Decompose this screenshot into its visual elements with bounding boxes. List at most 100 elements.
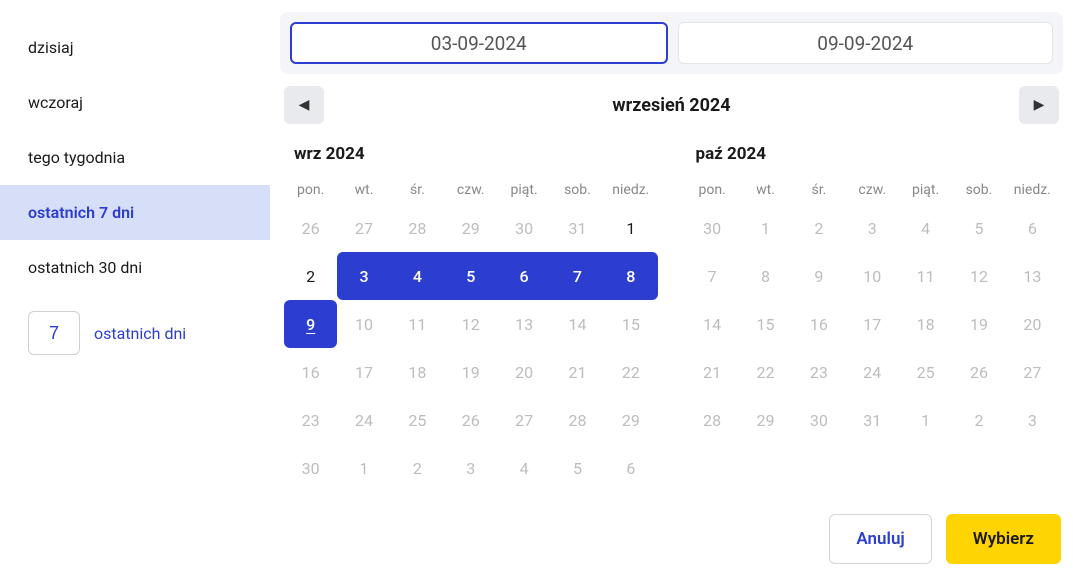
weekday-label: śr.	[792, 176, 845, 204]
calendar-day[interactable]: 17	[846, 300, 899, 348]
calendar-day[interactable]: 6	[1006, 204, 1059, 252]
calendar-day[interactable]: 30	[284, 444, 337, 492]
calendar-day[interactable]: 10	[846, 252, 899, 300]
calendar-day[interactable]: 1	[739, 204, 792, 252]
calendar-day[interactable]: 4	[391, 252, 444, 300]
calendar-day[interactable]: 9	[792, 252, 845, 300]
calendar-day[interactable]: 29	[604, 396, 657, 444]
calendar-day[interactable]: 28	[551, 396, 604, 444]
calendar-day[interactable]: 1	[337, 444, 390, 492]
to-date-field[interactable]: 09-09-2024	[678, 22, 1054, 64]
calendar-day[interactable]: 4	[497, 444, 550, 492]
calendar-day[interactable]: 23	[284, 396, 337, 444]
weekday-label: piąt.	[497, 176, 550, 204]
calendar-day[interactable]: 8	[739, 252, 792, 300]
calendar-day[interactable]: 15	[739, 300, 792, 348]
calendar-day[interactable]: 3	[444, 444, 497, 492]
calendar-day[interactable]: 14	[551, 300, 604, 348]
calendar-day[interactable]: 31	[846, 396, 899, 444]
calendar-day[interactable]: 25	[899, 348, 952, 396]
calendar-day[interactable]: 18	[391, 348, 444, 396]
calendar-day[interactable]: 21	[686, 348, 739, 396]
chevron-left-icon: ◀	[299, 97, 310, 113]
calendar-day[interactable]: 21	[551, 348, 604, 396]
calendar-day[interactable]: 30	[497, 204, 550, 252]
calendar-day[interactable]: 22	[739, 348, 792, 396]
calendar-day[interactable]: 1	[899, 396, 952, 444]
calendar-day[interactable]: 2	[792, 204, 845, 252]
calendar-day[interactable]: 2	[391, 444, 444, 492]
calendar-day[interactable]: 3	[1006, 396, 1059, 444]
calendar-day[interactable]: 4	[899, 204, 952, 252]
prev-month-button[interactable]: ◀	[284, 86, 324, 124]
calendar-day[interactable]: 24	[337, 396, 390, 444]
from-date-field[interactable]: 03-09-2024	[290, 22, 668, 64]
calendar-day[interactable]: 7	[686, 252, 739, 300]
preset-item[interactable]: wczoraj	[0, 75, 270, 130]
calendar-day[interactable]: 6	[497, 252, 550, 300]
calendar-day[interactable]: 5	[952, 204, 1005, 252]
calendar-day[interactable]: 28	[391, 204, 444, 252]
weekday-label: sob.	[952, 176, 1005, 204]
calendar-day[interactable]: 16	[284, 348, 337, 396]
next-month-button[interactable]: ▶	[1019, 86, 1059, 124]
calendar-day[interactable]: 16	[792, 300, 845, 348]
calendar-day[interactable]: 11	[899, 252, 952, 300]
select-button[interactable]: Wybierz	[946, 514, 1061, 564]
weekday-label: niedz.	[1006, 176, 1059, 204]
calendar-day[interactable]: 7	[551, 252, 604, 300]
calendar-day[interactable]: 12	[952, 252, 1005, 300]
preset-item[interactable]: ostatnich 7 dni	[0, 185, 270, 240]
calendar-day[interactable]: 26	[284, 204, 337, 252]
calendar-nav: ◀ wrzesień 2024 ▶	[280, 74, 1063, 128]
calendar-day[interactable]: 5	[551, 444, 604, 492]
calendar-day[interactable]: 13	[1006, 252, 1059, 300]
calendar-day[interactable]: 8	[604, 252, 657, 300]
calendar-day[interactable]: 12	[444, 300, 497, 348]
calendar-day[interactable]: 3	[337, 252, 390, 300]
calendar-day[interactable]: 11	[391, 300, 444, 348]
calendar-day[interactable]: 31	[551, 204, 604, 252]
calendar-day[interactable]: 20	[497, 348, 550, 396]
calendar-day[interactable]: 27	[1006, 348, 1059, 396]
calendar-day[interactable]: 25	[391, 396, 444, 444]
calendar-left-title: wrz 2024	[284, 136, 658, 176]
calendar-day[interactable]: 15	[604, 300, 657, 348]
calendar-day[interactable]: 20	[1006, 300, 1059, 348]
calendar-day[interactable]: 28	[686, 396, 739, 444]
calendar-day[interactable]: 30	[792, 396, 845, 444]
custom-days-input[interactable]	[28, 311, 80, 355]
calendar-day[interactable]: 5	[444, 252, 497, 300]
preset-item[interactable]: tego tygodnia	[0, 130, 270, 185]
cancel-button[interactable]: Anuluj	[829, 514, 931, 564]
calendar-day[interactable]: 18	[899, 300, 952, 348]
calendar-day[interactable]: 2	[284, 252, 337, 300]
weekday-label: wt.	[739, 176, 792, 204]
calendar-day[interactable]: 26	[444, 396, 497, 444]
calendar-day[interactable]: 2	[952, 396, 1005, 444]
calendar-right: paź 2024 pon.wt.śr.czw.piąt.sob.niedz. 3…	[686, 136, 1060, 492]
calendar-day[interactable]: 29	[444, 204, 497, 252]
calendar-day[interactable]: 23	[792, 348, 845, 396]
calendar-day[interactable]: 3	[846, 204, 899, 252]
calendar-day[interactable]: 26	[952, 348, 1005, 396]
calendar-day[interactable]: 14	[686, 300, 739, 348]
calendar-day[interactable]: 17	[337, 348, 390, 396]
calendar-day[interactable]: 19	[952, 300, 1005, 348]
calendar-day[interactable]: 30	[686, 204, 739, 252]
preset-item[interactable]: ostatnich 30 dni	[0, 240, 270, 295]
calendar-day[interactable]: 29	[739, 396, 792, 444]
weekday-label: piąt.	[899, 176, 952, 204]
calendar-day[interactable]: 9	[284, 300, 337, 348]
calendar-day[interactable]: 19	[444, 348, 497, 396]
calendar-day[interactable]: 1	[604, 204, 657, 252]
calendar-day[interactable]: 6	[604, 444, 657, 492]
weekday-label: śr.	[391, 176, 444, 204]
calendar-day[interactable]: 27	[497, 396, 550, 444]
calendar-day[interactable]: 22	[604, 348, 657, 396]
calendar-day[interactable]: 13	[497, 300, 550, 348]
calendar-day[interactable]: 27	[337, 204, 390, 252]
calendar-day[interactable]: 24	[846, 348, 899, 396]
preset-item[interactable]: dzisiaj	[0, 20, 270, 75]
calendar-day[interactable]: 10	[337, 300, 390, 348]
